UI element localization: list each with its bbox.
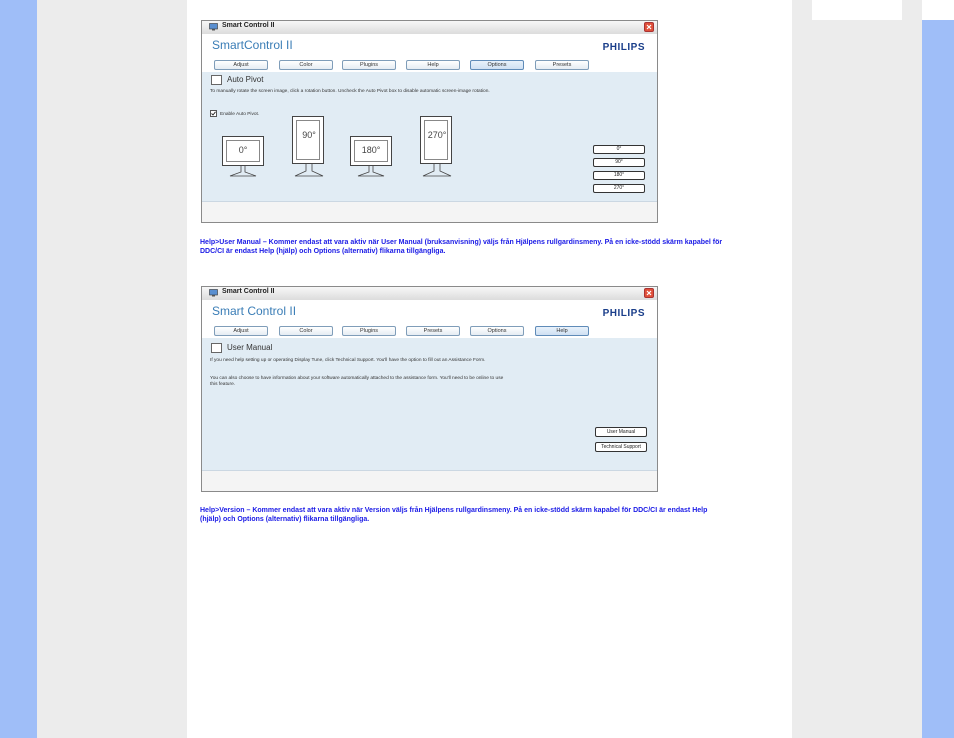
left-blue-bar bbox=[0, 0, 37, 738]
app-header: SmartControl II PHILIPS bbox=[202, 34, 657, 58]
help-description-2: You can also choose to have information … bbox=[210, 376, 504, 387]
tab-help[interactable]: Help bbox=[535, 326, 589, 336]
user-manual-button[interactable]: User Manual bbox=[595, 427, 647, 437]
monitor-0-label: 0° bbox=[238, 145, 248, 155]
brand-logo: PHILIPS bbox=[602, 42, 645, 53]
help-version-paragraph: Help>Version – Kommer endast att vara ak… bbox=[200, 507, 708, 523]
close-icon[interactable] bbox=[644, 22, 654, 32]
window-title: Smart Control II bbox=[222, 288, 275, 295]
tab-plugins[interactable]: Plugins bbox=[342, 326, 396, 336]
rotate-90-button[interactable]: 90° bbox=[593, 158, 645, 167]
tab-presets[interactable]: Presets bbox=[406, 326, 460, 336]
tab-bar: Adjust Color Plugins Help Options Preset… bbox=[202, 58, 657, 73]
tab-help[interactable]: Help bbox=[406, 60, 460, 70]
tab-adjust[interactable]: Adjust bbox=[214, 326, 268, 336]
enable-auto-pivot-checkbox[interactable] bbox=[210, 110, 217, 117]
window-titlebar: Smart Control II bbox=[202, 21, 657, 35]
brand-logo: PHILIPS bbox=[602, 308, 645, 319]
app-title: SmartControl II bbox=[212, 38, 293, 52]
smartcontrol-window-options: Smart Control II SmartControl II PHILIPS… bbox=[201, 20, 658, 223]
tab-plugins[interactable]: Plugins bbox=[342, 60, 396, 70]
right-blue-bar bbox=[922, 0, 954, 738]
help-content: User Manual If you need help setting up … bbox=[202, 338, 657, 472]
tab-color[interactable]: Color bbox=[279, 60, 333, 70]
monitor-90-button[interactable]: 90° bbox=[292, 116, 326, 182]
auto-pivot-description: To manually rotate the screen image, cli… bbox=[210, 89, 490, 94]
tab-bar: Adjust Color Plugins Presets Options Hel… bbox=[202, 324, 657, 339]
rotate-0-button[interactable]: 0° bbox=[593, 145, 645, 154]
section-title: User Manual bbox=[227, 343, 273, 352]
monitor-0-button[interactable]: 0° bbox=[222, 136, 264, 180]
options-content: Auto Pivot To manually rotate the screen… bbox=[202, 72, 657, 202]
app-icon bbox=[209, 289, 218, 297]
user-manual-icon bbox=[211, 343, 222, 353]
technical-support-button[interactable]: Technical Support bbox=[595, 442, 647, 452]
monitor-90-label: 90° bbox=[302, 130, 316, 140]
tab-options[interactable]: Options bbox=[470, 326, 524, 336]
rotate-180-button[interactable]: 180° bbox=[593, 171, 645, 180]
app-title: Smart Control II bbox=[212, 304, 297, 318]
tab-adjust[interactable]: Adjust bbox=[214, 60, 268, 70]
help-user-manual-paragraph: Help>User Manual – Kommer endast att var… bbox=[200, 239, 723, 255]
enable-auto-pivot-label: Enable Auto Pivot. bbox=[220, 111, 260, 117]
monitor-180-label: 180° bbox=[361, 145, 381, 155]
monitor-180-button[interactable]: 180° bbox=[350, 136, 392, 180]
window-titlebar: Smart Control II bbox=[202, 287, 657, 301]
left-gutter bbox=[37, 0, 187, 738]
window-title: Smart Control II bbox=[222, 22, 275, 29]
tab-presets[interactable]: Presets bbox=[535, 60, 589, 70]
tab-color[interactable]: Color bbox=[279, 326, 333, 336]
window-footer bbox=[202, 470, 657, 491]
auto-pivot-icon bbox=[211, 75, 222, 85]
close-icon[interactable] bbox=[644, 288, 654, 298]
right-gutter bbox=[792, 0, 922, 738]
section-title: Auto Pivot bbox=[227, 75, 264, 84]
enable-auto-pivot-row[interactable]: Enable Auto Pivot. bbox=[210, 110, 259, 117]
rotate-270-button[interactable]: 270° bbox=[593, 184, 645, 193]
smartcontrol-window-help: Smart Control II Smart Control II PHILIP… bbox=[201, 286, 658, 492]
tab-options[interactable]: Options bbox=[470, 60, 524, 70]
right-gutter-top bbox=[812, 0, 902, 20]
help-description-1: If you need help setting up or operating… bbox=[210, 358, 486, 363]
app-icon bbox=[209, 23, 218, 31]
app-header: Smart Control II PHILIPS bbox=[202, 300, 657, 324]
monitor-270-button[interactable]: 270° bbox=[420, 116, 454, 182]
window-footer bbox=[202, 201, 657, 222]
monitor-270-label: 270° bbox=[427, 130, 447, 140]
right-bar-top bbox=[922, 0, 954, 20]
